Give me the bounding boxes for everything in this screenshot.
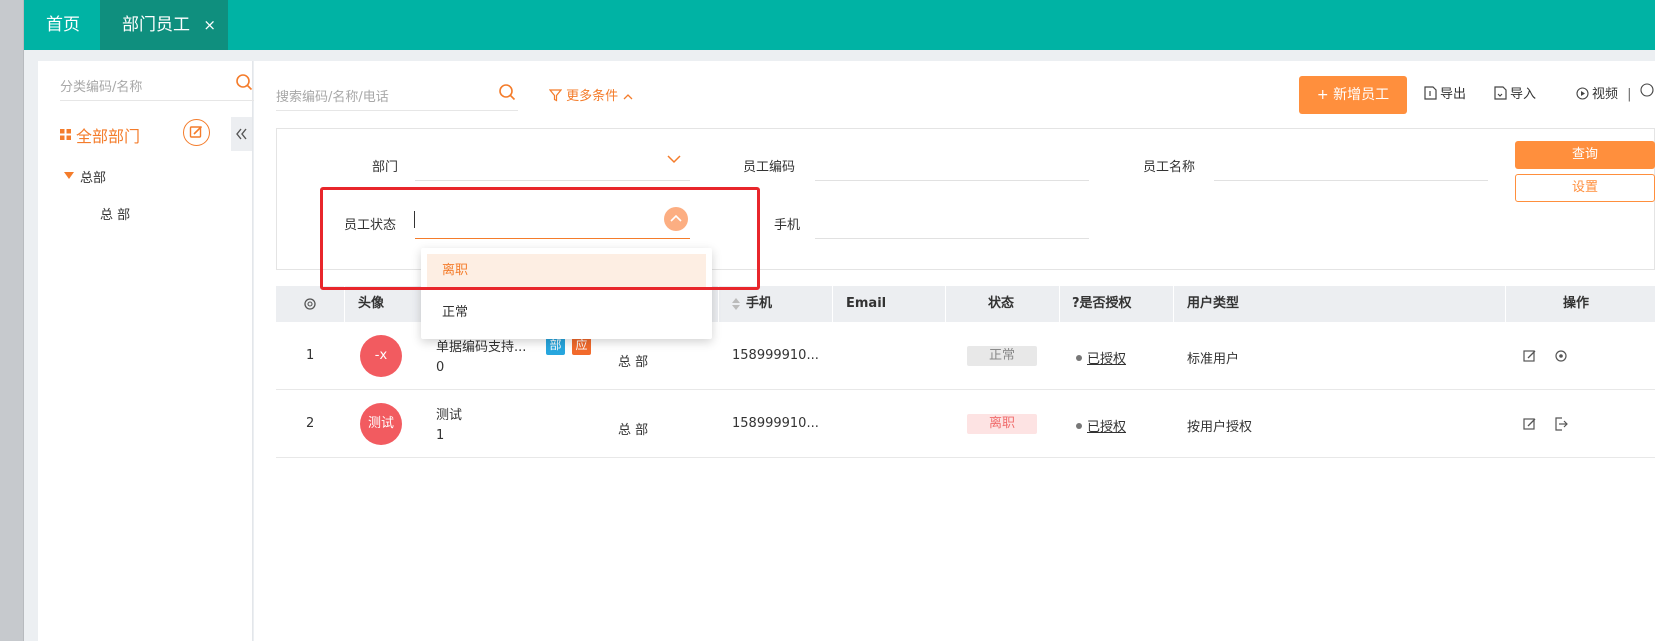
window-edge bbox=[0, 0, 24, 641]
import-icon bbox=[1494, 86, 1507, 100]
authorized-status[interactable]: 已授权 bbox=[1076, 348, 1126, 367]
highlight-annotation-box bbox=[320, 187, 760, 290]
department-filter-select[interactable] bbox=[415, 180, 690, 181]
category-search-input[interactable]: 分类编码/名称 bbox=[60, 69, 255, 101]
edit-icon[interactable] bbox=[1523, 417, 1537, 431]
column-divider bbox=[1059, 286, 1060, 322]
more-conditions-label: 更多条件 bbox=[566, 89, 619, 104]
export-button[interactable]: 导出 bbox=[1424, 83, 1466, 102]
logout-icon[interactable] bbox=[1554, 417, 1568, 431]
caret-down-icon[interactable] bbox=[64, 172, 74, 179]
settings-button[interactable]: 设置 bbox=[1515, 174, 1655, 202]
tree-node-child[interactable]: 总 部 bbox=[100, 204, 130, 223]
grid-icon bbox=[60, 129, 71, 140]
column-divider bbox=[1505, 286, 1506, 322]
collapse-panel-button[interactable] bbox=[231, 117, 252, 151]
toolbar-separator: | bbox=[1627, 87, 1632, 102]
help-icon[interactable] bbox=[1640, 83, 1655, 99]
avatar: -x bbox=[360, 335, 402, 377]
edit-icon[interactable] bbox=[1523, 349, 1537, 363]
table-row[interactable]: 2 测试 测试 1 总 部 158999910... 离职 已授权 按用户授权 bbox=[276, 390, 1655, 458]
video-button[interactable]: 视频 | bbox=[1576, 83, 1632, 102]
authorized-status[interactable]: 已授权 bbox=[1076, 416, 1126, 435]
column-divider bbox=[1173, 286, 1174, 322]
column-header-user-type: 用户类型 bbox=[1187, 296, 1240, 311]
employee-name-label: 员工名称 bbox=[1143, 160, 1196, 175]
import-button[interactable]: 导入 bbox=[1494, 83, 1536, 102]
employee-code-label: 员工编码 bbox=[743, 160, 796, 175]
avatar: 测试 bbox=[360, 403, 402, 445]
search-icon[interactable] bbox=[235, 73, 253, 91]
tab-home-label: 首页 bbox=[46, 15, 80, 35]
employee-name-input[interactable] bbox=[1214, 180, 1488, 181]
row-index: 1 bbox=[306, 348, 315, 363]
employee-name: 测试 bbox=[436, 408, 463, 423]
play-icon bbox=[1576, 87, 1589, 100]
employee-search-input[interactable]: 搜索编码/名称/电话 bbox=[276, 77, 518, 111]
export-icon bbox=[1424, 86, 1437, 100]
column-header-status: 状态 bbox=[988, 296, 1015, 311]
employee-code-input[interactable] bbox=[815, 180, 1089, 181]
employee-department: 总 部 bbox=[618, 355, 649, 370]
more-conditions-toggle[interactable]: 更多条件 bbox=[549, 85, 634, 104]
main-content: 搜索编码/名称/电话 更多条件 + 新增员工 导出 导入 视频 | 部门 员工编… bbox=[254, 61, 1655, 641]
search-icon[interactable] bbox=[498, 83, 516, 101]
authorized-link[interactable]: 已授权 bbox=[1087, 352, 1126, 367]
phone-filter-label: 手机 bbox=[774, 218, 801, 233]
department-tree-panel: 分类编码/名称 全部部门 总部 总 部 bbox=[38, 61, 255, 641]
column-header-avatar: 头像 bbox=[358, 296, 385, 311]
row-index: 2 bbox=[306, 416, 315, 431]
column-divider bbox=[718, 286, 719, 322]
user-type: 标准用户 bbox=[1187, 352, 1240, 367]
employee-phone: 158999910... bbox=[732, 348, 819, 363]
column-header-actions: 操作 bbox=[1563, 296, 1590, 311]
tab-department-employees[interactable]: 部门员工 × bbox=[100, 0, 228, 50]
export-label: 导出 bbox=[1440, 87, 1467, 102]
tab-home[interactable]: 首页 bbox=[24, 0, 100, 50]
status-dot-icon bbox=[1076, 355, 1082, 361]
chevron-up-icon bbox=[623, 94, 633, 100]
tab-department-employees-label: 部门员工 bbox=[122, 15, 190, 35]
status-badge: 离职 bbox=[967, 414, 1037, 434]
all-departments-label: 全部部门 bbox=[76, 127, 141, 146]
status-option-normal[interactable]: 正常 bbox=[427, 296, 706, 330]
column-header-phone: 手机 bbox=[746, 296, 773, 311]
column-divider bbox=[832, 286, 833, 322]
gear-icon[interactable] bbox=[302, 286, 318, 322]
add-employee-button[interactable]: + 新增员工 bbox=[1299, 76, 1407, 114]
tab-close-icon[interactable]: × bbox=[203, 0, 216, 50]
column-divider bbox=[945, 286, 946, 322]
employee-code: 0 bbox=[436, 360, 445, 375]
tree-node-root-label: 总部 bbox=[80, 171, 107, 186]
employee-department: 总 部 bbox=[618, 423, 649, 438]
status-dot-icon bbox=[1076, 423, 1082, 429]
edit-department-button[interactable] bbox=[183, 119, 210, 146]
employee-phone: 158999910... bbox=[732, 416, 819, 431]
category-search-placeholder: 分类编码/名称 bbox=[60, 80, 143, 95]
video-label: 视频 bbox=[1592, 87, 1619, 102]
import-label: 导入 bbox=[1510, 87, 1537, 102]
user-type: 按用户授权 bbox=[1187, 420, 1253, 435]
chevron-down-icon[interactable] bbox=[667, 154, 681, 164]
permission-settings-icon[interactable] bbox=[1554, 349, 1568, 363]
phone-filter-input[interactable] bbox=[815, 238, 1089, 239]
employee-code: 1 bbox=[436, 428, 445, 443]
column-header-authorized: ?是否授权 bbox=[1072, 296, 1132, 311]
authorized-link[interactable]: 已授权 bbox=[1087, 420, 1126, 435]
department-filter-label: 部门 bbox=[372, 160, 399, 175]
column-divider bbox=[344, 286, 345, 322]
status-badge: 正常 bbox=[967, 346, 1037, 366]
column-header-email: Email bbox=[846, 296, 887, 311]
filter-icon bbox=[549, 89, 562, 102]
employee-search-placeholder: 搜索编码/名称/电话 bbox=[276, 90, 389, 105]
query-button[interactable]: 查询 bbox=[1515, 141, 1655, 169]
top-tab-bar: 首页 部门员工 × bbox=[24, 0, 1655, 50]
sort-icon[interactable] bbox=[731, 286, 741, 322]
